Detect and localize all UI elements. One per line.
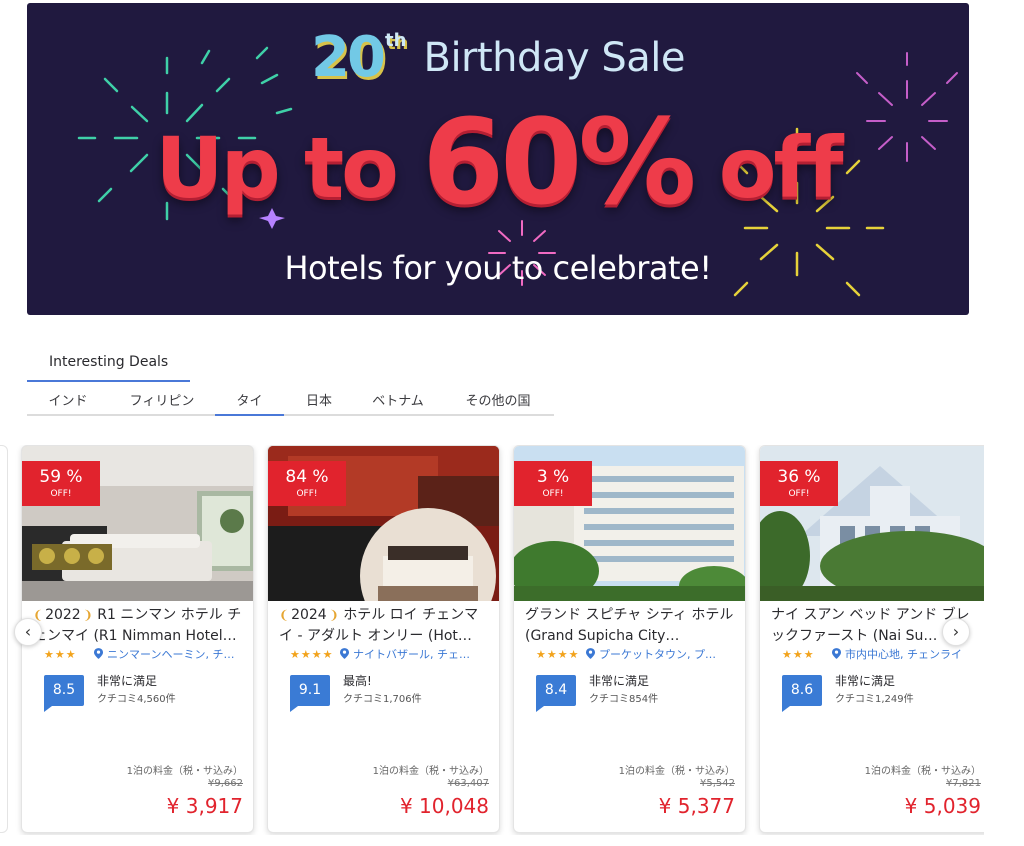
original-price: ¥9,662 [208, 778, 243, 789]
chevron-right-icon: › [952, 622, 960, 641]
tab-vietnam[interactable]: ベトナム [354, 386, 442, 416]
rating-label: 非常に満足 [97, 674, 158, 688]
hotel-photo: 59 % OFF! [22, 446, 253, 601]
banner-title: Birthday Sale [423, 34, 686, 81]
map-pin-icon [832, 648, 841, 659]
price-label: 1泊の料金（税・サ込み） [372, 766, 489, 777]
carousel-next-button[interactable]: › [942, 618, 970, 646]
hotel-name[interactable]: 2024 ホテル ロイ チェンマイ - アダルト オンリー (Hot… [279, 605, 491, 647]
partial-hotel-card[interactable] [0, 445, 8, 833]
review-count: クチコミ1,249件 [835, 694, 914, 705]
hotel-card[interactable]: 59 % OFF! 2022 R1 ニンマン ホテル チェンマイ (R1 Nim… [21, 445, 254, 833]
price-label: 1泊の料金（税・サ込み） [126, 766, 243, 777]
hotel-photo: 36 % OFF! [760, 446, 984, 601]
review-count: クチコミ1,706件 [343, 694, 422, 705]
rating-label: 非常に満足 [835, 674, 896, 688]
review-score: 8.5 [44, 675, 84, 712]
map-pin-icon [340, 648, 349, 659]
banner-subtitle: Hotels for you to celebrate! [284, 249, 712, 287]
star-rating: ★★★ [44, 648, 77, 661]
review-score: 8.4 [536, 675, 576, 712]
review-count: クチコミ4,560件 [97, 694, 176, 705]
hotel-photo: 84 % OFF! [268, 446, 499, 601]
rating-label: 非常に満足 [589, 674, 650, 688]
sale-price: ¥ 5,039 [904, 794, 981, 818]
tab-thailand[interactable]: タイ [215, 386, 284, 416]
hotel-photo: 3 % OFF! [514, 446, 745, 601]
hotel-location[interactable]: ナイトバザール, チェ… [340, 646, 498, 662]
hotel-location[interactable]: ニンマーンヘーミン, チ… [94, 646, 252, 662]
sale-price: ¥ 10,048 [399, 794, 489, 818]
map-pin-icon [94, 648, 103, 659]
hotel-card[interactable]: 84 % OFF! 2024 ホテル ロイ チェンマイ - アダルト オンリー … [267, 445, 500, 833]
map-pin-icon [586, 648, 595, 659]
tab-philippines[interactable]: フィリピン [109, 386, 215, 416]
star-rating: ★★★ [782, 648, 815, 661]
tab-interesting-deals[interactable]: Interesting Deals [27, 344, 190, 382]
star-rating: ★★★★ [536, 648, 580, 661]
country-tabs: インド フィリピン タイ 日本 ベトナム その他の国 [27, 386, 554, 416]
original-price: ¥5,542 [700, 778, 735, 789]
discount-badge: 59 % OFF! [22, 461, 100, 506]
review-count: クチコミ854件 [589, 694, 659, 705]
original-price: ¥7,821 [946, 778, 981, 789]
hotel-name[interactable]: グランド スピチャ シティ ホテル (Grand Supicha City… [525, 605, 737, 647]
hotel-location[interactable]: プーケットタウン, プ… [586, 646, 744, 662]
hotel-name[interactable]: 2022 R1 ニンマン ホテル チェンマイ (R1 Nimman Hotel… [33, 605, 245, 647]
tab-india[interactable]: インド [27, 386, 109, 416]
rating-label: 最高! [343, 674, 372, 688]
hotel-card[interactable]: 3 % OFF! グランド スピチャ シティ ホテル (Grand Supich… [513, 445, 746, 833]
discount-badge: 84 % OFF! [268, 461, 346, 506]
banner-headline: Up to 60% off [155, 93, 843, 231]
review-score: 9.1 [290, 675, 330, 712]
sale-price: ¥ 5,377 [658, 794, 735, 818]
discount-badge: 36 % OFF! [760, 461, 838, 506]
carousel-prev-button[interactable]: ‹ [14, 618, 42, 646]
price-label: 1泊の料金（税・サ込み） [618, 766, 735, 777]
tab-other-countries[interactable]: その他の国 [442, 386, 554, 416]
review-score: 8.6 [782, 675, 822, 712]
sale-price: ¥ 3,917 [166, 794, 243, 818]
tab-japan[interactable]: 日本 [284, 386, 354, 416]
star-rating: ★★★★ [290, 648, 334, 661]
anniversary-number: 20th [311, 25, 407, 90]
discount-badge: 3 % OFF! [514, 461, 592, 506]
chevron-left-icon: ‹ [24, 622, 32, 641]
price-label: 1泊の料金（税・サ込み） [864, 766, 981, 777]
hotel-location[interactable]: 市内中心地, チェンライ [832, 646, 984, 662]
original-price: ¥63,407 [447, 778, 489, 789]
hotel-deal-carousel: 59 % OFF! 2022 R1 ニンマン ホテル チェンマイ (R1 Nim… [0, 445, 984, 835]
promo-banner[interactable]: 20th Birthday Sale Up to 60% off Hotels … [27, 3, 969, 315]
